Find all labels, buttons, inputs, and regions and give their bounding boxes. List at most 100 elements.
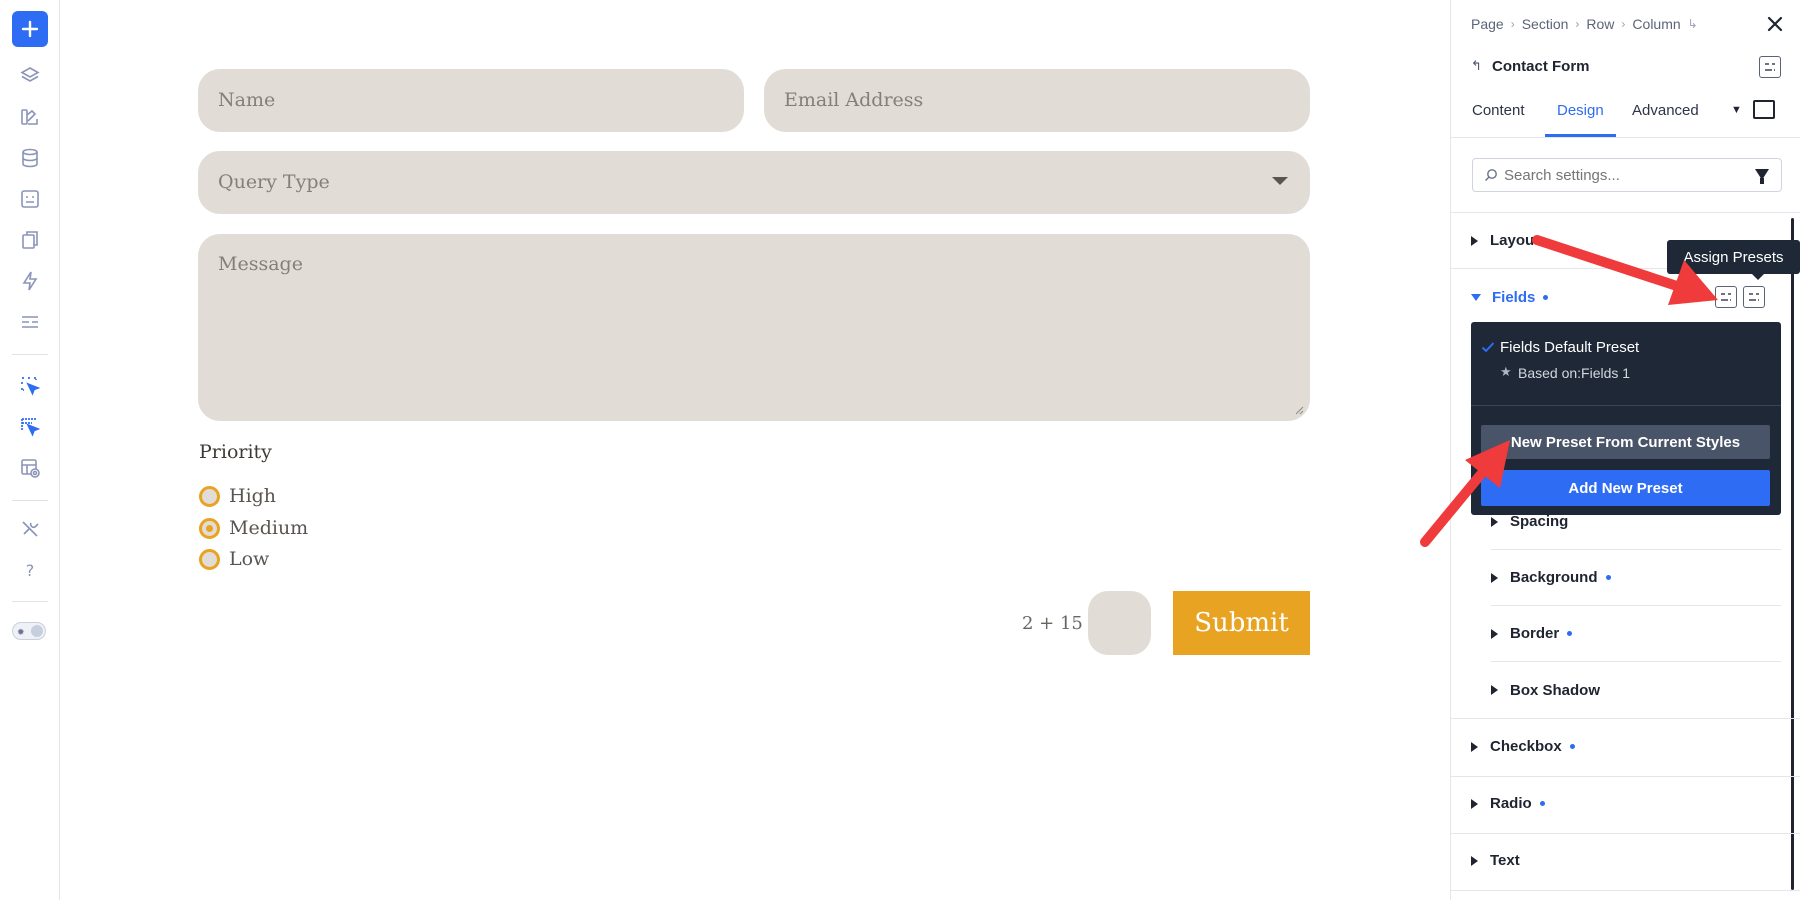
left-toolbar: ? ✹ xyxy=(0,0,60,900)
toolbar-divider xyxy=(12,601,48,602)
dropdown-divider xyxy=(1471,405,1781,406)
caret-down-icon xyxy=(1471,294,1481,301)
radio-option-low[interactable]: Low xyxy=(199,548,269,570)
module-icon[interactable] xyxy=(12,181,48,217)
modified-dot xyxy=(1543,295,1549,300)
radio-label: High xyxy=(229,485,277,507)
group-radio[interactable]: Radio xyxy=(1471,795,1545,812)
resize-grip-icon[interactable] xyxy=(1294,405,1304,415)
breadcrumb-column[interactable]: Column xyxy=(1632,16,1680,32)
subgroup-label: Spacing xyxy=(1510,513,1569,530)
group-text[interactable]: Text xyxy=(1471,852,1520,869)
panel-divider xyxy=(1451,776,1800,777)
captcha-input[interactable] xyxy=(1088,591,1151,655)
caret-right-icon xyxy=(1491,516,1498,527)
group-label: Layou xyxy=(1490,232,1535,249)
layers-icon[interactable] xyxy=(12,58,48,94)
preview-icon[interactable] xyxy=(12,450,48,486)
layout-icon[interactable] xyxy=(12,304,48,340)
tools-icon[interactable] xyxy=(12,511,48,547)
caret-right-icon xyxy=(1491,572,1498,583)
radio-option-high[interactable]: High xyxy=(199,485,276,507)
email-input[interactable]: Email Address xyxy=(764,69,1310,132)
search-icon xyxy=(1485,169,1497,181)
return-arrow-icon: ↳ xyxy=(1687,17,1698,31)
subgroup-background[interactable]: Background xyxy=(1491,550,1781,606)
tab-content[interactable]: Content xyxy=(1472,102,1525,137)
presets-icon xyxy=(1765,63,1775,71)
assign-presets-button[interactable] xyxy=(1743,286,1765,308)
current-preset-name[interactable]: Fields Default Preset xyxy=(1500,339,1639,356)
query-type-value: Query Type xyxy=(218,171,330,193)
pages-icon[interactable] xyxy=(12,222,48,258)
builder-canvas: Name Email Address Query Type Message Pr… xyxy=(60,0,1450,900)
tab-bar: Content Design Advanced xyxy=(1451,92,1800,138)
submit-button[interactable]: Submit xyxy=(1173,591,1310,655)
panel-scrollbar[interactable] xyxy=(1791,218,1794,890)
theme-icon[interactable] xyxy=(12,99,48,135)
back-arrow-icon[interactable]: ↰ xyxy=(1471,58,1482,74)
preset-based-on: Based on:Fields 1 xyxy=(1518,365,1631,381)
tab-dropdown-icon[interactable]: ▼ xyxy=(1731,104,1742,116)
name-input[interactable]: Name xyxy=(198,69,744,132)
breadcrumb: Page › Section › Row › Column ↳ xyxy=(1471,16,1705,32)
star-icon: ★ xyxy=(1500,365,1512,380)
subgroup-box-shadow[interactable]: Box Shadow xyxy=(1491,662,1781,718)
modified-dot xyxy=(1569,744,1575,749)
toggle-knob xyxy=(31,625,43,637)
radio-button[interactable] xyxy=(199,517,220,539)
toolbar-divider xyxy=(12,354,48,355)
radio-button[interactable] xyxy=(199,548,220,570)
chevron-right-icon: › xyxy=(1621,17,1626,31)
fields-preset-button[interactable] xyxy=(1715,286,1737,308)
presets-dropdown: Fields Default Preset ★ Based on:Fields … xyxy=(1471,322,1781,515)
presets-icon xyxy=(1721,293,1731,301)
radio-label: Low xyxy=(229,548,270,570)
group-layout[interactable]: Layou xyxy=(1471,232,1534,249)
group-fields[interactable]: Fields xyxy=(1471,289,1549,306)
breadcrumb-page[interactable]: Page xyxy=(1471,16,1504,32)
plus-icon[interactable] xyxy=(12,11,48,47)
panel-divider xyxy=(1451,718,1800,719)
tab-advanced[interactable]: Advanced xyxy=(1632,102,1699,137)
assign-presets-tooltip: Assign Presets xyxy=(1667,240,1800,280)
group-label: Fields xyxy=(1492,289,1536,306)
view-mode-icon[interactable] xyxy=(1753,100,1775,119)
group-checkbox[interactable]: Checkbox xyxy=(1471,738,1575,755)
help-icon[interactable]: ? xyxy=(12,552,48,588)
group-label: Text xyxy=(1490,852,1520,869)
radio-button[interactable] xyxy=(199,485,220,507)
lightning-icon[interactable] xyxy=(12,263,48,299)
toolbar-divider xyxy=(12,500,48,501)
radio-label: Medium xyxy=(229,517,309,539)
subgroup-label: Background xyxy=(1510,569,1598,586)
radio-option-medium[interactable]: Medium xyxy=(199,517,308,539)
database-icon[interactable] xyxy=(12,140,48,176)
subgroup-label: Border xyxy=(1510,625,1560,642)
theme-toggle[interactable]: ✹ xyxy=(12,622,46,640)
panel-divider xyxy=(1451,890,1800,891)
search-input[interactable] xyxy=(1504,166,1744,184)
preset-cursor-icon[interactable] xyxy=(12,409,48,445)
filter-icon[interactable] xyxy=(1755,169,1769,184)
module-preset-button[interactable] xyxy=(1759,56,1781,78)
breadcrumb-section[interactable]: Section xyxy=(1522,16,1569,32)
message-placeholder: Message xyxy=(218,253,303,275)
subgroup-border[interactable]: Border xyxy=(1491,606,1781,662)
add-new-preset-button[interactable]: Add New Preset xyxy=(1481,470,1770,506)
group-label: Checkbox xyxy=(1490,738,1562,755)
panel-divider xyxy=(1451,212,1800,213)
module-title: Contact Form xyxy=(1492,58,1590,75)
chevron-right-icon: › xyxy=(1575,17,1580,31)
select-cursor-icon[interactable] xyxy=(12,368,48,404)
settings-search[interactable] xyxy=(1472,158,1782,192)
new-preset-from-current-button[interactable]: New Preset From Current Styles xyxy=(1481,425,1770,459)
tab-design[interactable]: Design xyxy=(1545,102,1616,137)
breadcrumb-row[interactable]: Row xyxy=(1586,16,1614,32)
presets-icon xyxy=(1749,293,1759,301)
chevron-right-icon: › xyxy=(1510,17,1515,31)
message-textarea[interactable]: Message xyxy=(198,234,1310,421)
close-icon[interactable] xyxy=(1763,12,1787,36)
query-type-select[interactable]: Query Type xyxy=(198,151,1310,214)
modified-dot xyxy=(1539,801,1545,806)
